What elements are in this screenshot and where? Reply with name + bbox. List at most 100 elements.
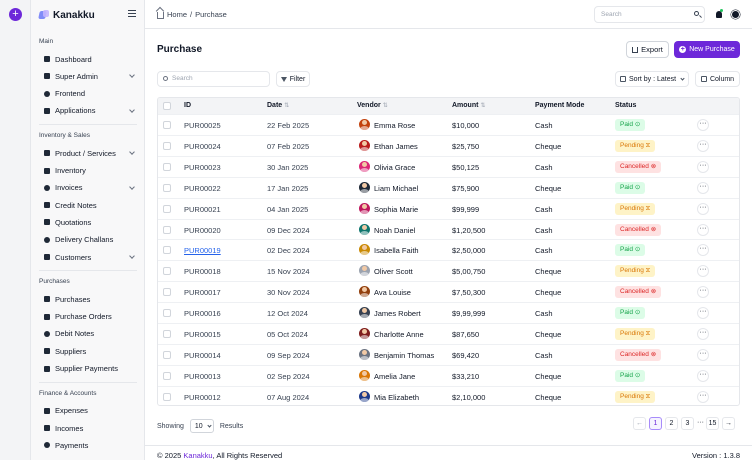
sidebar-item[interactable]: Customers (44, 250, 135, 264)
last-page-button[interactable]: 15 (706, 417, 719, 430)
more-actions-button[interactable]: ··· (697, 139, 709, 152)
table-row[interactable]: PUR00024 07 Feb 2025 Ethan James $25,750 Che… (158, 134, 739, 156)
sort-dropdown[interactable]: Sort by : Latest (615, 71, 689, 87)
table-row[interactable]: PUR00016 12 Oct 2024 James Robert $9,99,999… (158, 302, 739, 323)
breadcrumb-home[interactable]: Home (167, 10, 187, 19)
table-row[interactable]: PUR00013 02 Sep 2024 Amelia Jane $33,210 Che… (158, 364, 739, 386)
sidebar-item[interactable]: Invoices (44, 181, 135, 195)
table-row[interactable]: PUR00022 17 Jan 2025 Liam Michael $75,900 Ch… (158, 176, 739, 198)
purchase-id[interactable]: PUR00024 (184, 142, 221, 151)
vendor-name[interactable]: Sophia Marie (374, 205, 418, 214)
row-checkbox[interactable] (163, 350, 171, 359)
vendor-name[interactable]: Emma Rose (374, 121, 415, 130)
table-row[interactable]: PUR00021 04 Jan 2025 Sophia Marie $99,999 Ca… (158, 197, 739, 219)
sidebar-item[interactable]: Applications (44, 104, 135, 118)
purchase-id[interactable]: PUR00018 (184, 267, 221, 276)
row-checkbox[interactable] (163, 371, 171, 380)
purchase-id[interactable]: PUR00022 (184, 184, 221, 193)
page-1-button[interactable]: 1 (649, 417, 662, 430)
purchase-id[interactable]: PUR00020 (184, 226, 221, 235)
row-checkbox[interactable] (163, 288, 171, 297)
sidebar-item[interactable]: Incomes (44, 421, 134, 435)
row-checkbox[interactable] (163, 246, 171, 255)
vendor-name[interactable]: Ava Louise (374, 288, 411, 297)
more-actions-button[interactable]: ··· (697, 390, 709, 403)
prev-page-button[interactable]: ← (633, 417, 646, 430)
page-size-select[interactable]: 10 (189, 419, 214, 433)
row-checkbox[interactable] (163, 267, 171, 276)
purchase-id[interactable]: PUR00013 (184, 372, 221, 381)
more-actions-button[interactable]: ··· (697, 265, 709, 278)
sidebar-item[interactable]: Super Admin (44, 69, 135, 83)
page-3-button[interactable]: 3 (681, 417, 694, 430)
sidebar-item[interactable]: Purchases (44, 292, 134, 306)
table-row[interactable]: PUR00012 07 Aug 2024 Mia Elizabeth $2,10,00… (158, 385, 739, 405)
purchase-id[interactable]: PUR00021 (184, 205, 221, 214)
vendor-name[interactable]: Oliver Scott (374, 267, 413, 276)
row-checkbox[interactable] (163, 204, 171, 213)
sidebar-item[interactable]: Delivery Challans (44, 233, 134, 247)
purchase-id[interactable]: PUR00015 (184, 330, 221, 339)
vendor-name[interactable]: James Robert (374, 309, 421, 318)
sidebar-item[interactable]: Debit Notes (44, 327, 134, 341)
brand[interactable]: Kanakku (39, 9, 95, 21)
purchase-id[interactable]: PUR00019 (184, 246, 221, 255)
vendor-name[interactable]: Charlotte Anne (374, 330, 424, 339)
more-actions-button[interactable]: ··· (697, 328, 709, 340)
sidebar-item[interactable]: Payments (44, 438, 134, 452)
more-actions-button[interactable]: ··· (697, 286, 709, 299)
sidebar-item[interactable]: Product / Services (44, 146, 135, 160)
table-row[interactable]: PUR00015 05 Oct 2024 Charlotte Anne $87,650… (158, 323, 739, 344)
more-actions-button[interactable]: ··· (697, 160, 709, 173)
header-vendor[interactable]: Vendor ⇅ (357, 102, 388, 109)
table-search-input[interactable]: Search (157, 71, 270, 87)
more-actions-button[interactable]: ··· (697, 181, 709, 194)
sidebar-item[interactable]: Supplier Payments (44, 362, 134, 376)
more-actions-button[interactable]: ··· (697, 119, 709, 131)
export-button[interactable]: Export (626, 41, 669, 58)
more-actions-button[interactable]: ··· (697, 202, 709, 215)
sidebar-item[interactable]: Dashboard (44, 52, 134, 66)
purchase-id[interactable]: PUR00023 (184, 163, 221, 172)
more-actions-button[interactable]: ··· (697, 369, 709, 382)
sidebar-item[interactable]: Suppliers (44, 344, 134, 358)
purchase-id[interactable]: PUR00016 (184, 309, 221, 318)
add-icon[interactable]: + (9, 8, 22, 21)
global-search-input[interactable]: Search (594, 6, 705, 23)
sidebar-item[interactable]: Frontend (44, 87, 134, 101)
row-checkbox[interactable] (163, 162, 171, 171)
purchase-id[interactable]: PUR00012 (184, 393, 221, 402)
table-row[interactable]: PUR00025 22 Feb 2025 Emma Rose $10,000 Cash P… (158, 114, 739, 135)
home-icon[interactable] (157, 12, 164, 19)
row-checkbox[interactable] (163, 141, 171, 150)
purchase-id[interactable]: PUR00014 (184, 351, 221, 360)
sidebar-item[interactable]: Expenses (44, 404, 134, 418)
sidebar-item[interactable]: Inventory (44, 164, 134, 178)
sidebar-item[interactable]: Purchase Orders (44, 310, 134, 324)
table-row[interactable]: PUR00018 15 Nov 2024 Oliver Scott $5,00,750… (158, 260, 739, 281)
vendor-name[interactable]: Olivia Grace (374, 163, 415, 172)
settings-icon[interactable] (732, 11, 739, 18)
vendor-name[interactable]: Ethan James (374, 142, 418, 151)
table-row[interactable]: PUR00017 30 Nov 2024 Ava Louise $7,50,300 Ch… (158, 281, 739, 302)
row-checkbox[interactable] (163, 309, 171, 318)
header-amount[interactable]: Amount ⇅ (452, 102, 485, 109)
filter-button[interactable]: Filter (276, 71, 310, 87)
row-checkbox[interactable] (163, 225, 171, 234)
table-row[interactable]: PUR00020 09 Dec 2024 Noah Daniel $1,20,500 C… (158, 218, 739, 240)
page-2-button[interactable]: 2 (665, 417, 678, 430)
purchase-id[interactable]: PUR00017 (184, 288, 221, 297)
more-actions-button[interactable]: ··· (697, 244, 709, 257)
more-actions-button[interactable]: ··· (697, 348, 709, 361)
next-page-button[interactable]: → (722, 417, 735, 430)
vendor-name[interactable]: Isabella Faith (374, 246, 419, 255)
sidebar-item[interactable]: Credit Notes (44, 198, 134, 212)
notification-icon[interactable] (716, 9, 723, 18)
menu-toggle-icon[interactable] (128, 10, 136, 17)
vendor-name[interactable]: Noah Daniel (374, 226, 415, 235)
row-checkbox[interactable] (163, 392, 171, 401)
new-purchase-button[interactable]: + New Purchase (674, 41, 740, 58)
column-button[interactable]: Column (695, 71, 740, 87)
header-date[interactable]: Date ⇅ (267, 102, 289, 109)
table-row[interactable]: PUR00023 30 Jan 2025 Olivia Grace $50,125 Ca… (158, 155, 739, 177)
